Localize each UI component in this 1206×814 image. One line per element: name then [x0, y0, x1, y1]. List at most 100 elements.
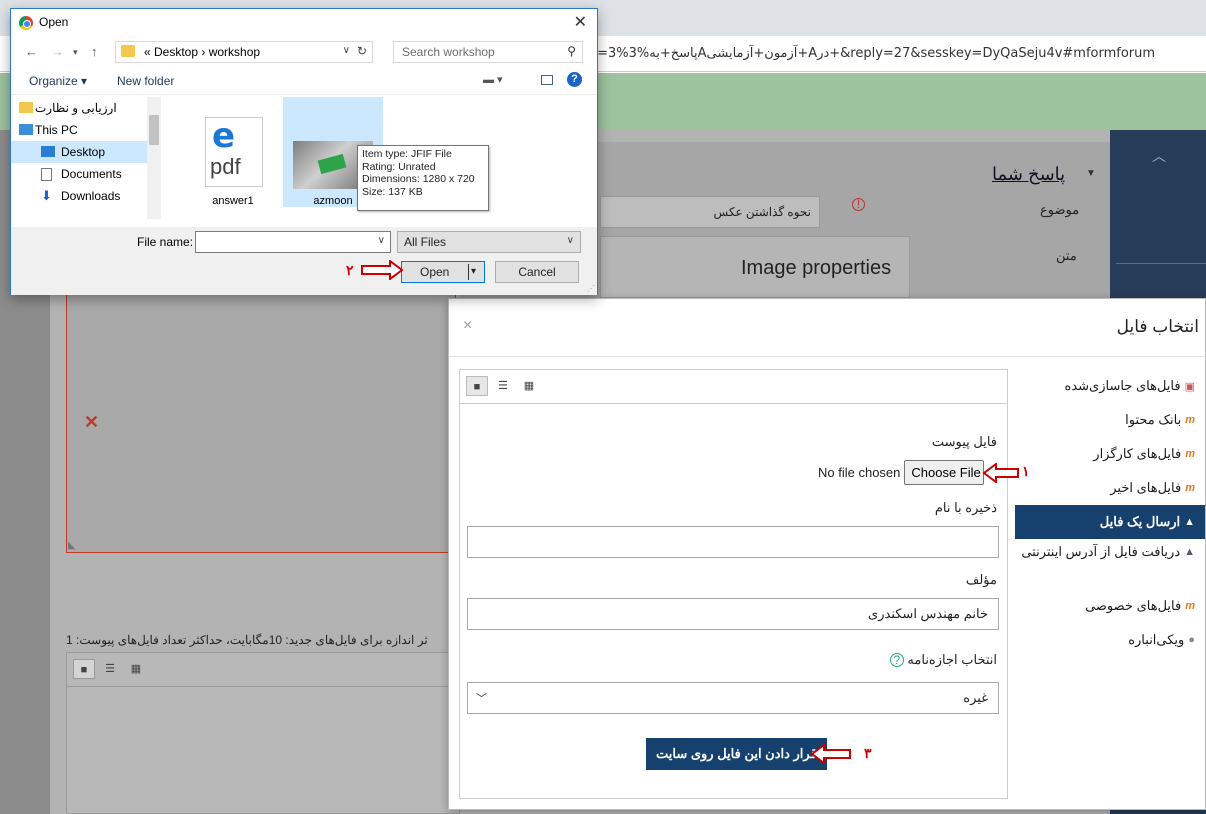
preview-pane-icon[interactable]	[541, 75, 553, 85]
close-icon[interactable]: ×	[463, 317, 472, 335]
repo-embedded-files[interactable]: ▣ فایل‌های جاسازی‌شده	[1015, 369, 1205, 403]
embedded-files-icon: ▣	[1184, 380, 1195, 393]
subject-label: موضوع	[1040, 202, 1080, 217]
chevron-down-icon[interactable]: ∨	[343, 45, 350, 56]
repo-url-download[interactable]: ▲ دریافت فایل از آدرس اینترنتی	[1015, 539, 1205, 589]
image-properties-title: Image properties	[741, 257, 892, 279]
editor-area[interactable]	[66, 295, 456, 553]
reply-heading[interactable]: پاسخ شما	[992, 164, 1065, 185]
image-properties-dialog: Image properties	[600, 236, 910, 298]
broken-image-icon: ✕	[84, 412, 100, 432]
repository-list: ▣ فایل‌های جاسازی‌شده m بانک محتوا m فای…	[1015, 369, 1205, 657]
dialog-titlebar: Open ✕	[11, 9, 597, 37]
save-as-input[interactable]	[467, 526, 999, 558]
annotation-arrow-2	[361, 260, 404, 280]
command-bar: Organize ▾ New folder ▬ ▾ ?	[11, 67, 597, 95]
folder-view-icon[interactable]: ■	[466, 376, 488, 396]
repo-content-bank[interactable]: m بانک محتوا	[1015, 403, 1205, 437]
search-input[interactable]: Search workshop ⚲	[393, 41, 583, 63]
upload-file-button[interactable]: قرار دادن این فایل روی سایت	[646, 738, 827, 770]
file-picker-header: انتخاب فایل ×	[449, 299, 1205, 357]
navigation-tree: ارزیابی و نظارت This PC Desktop Document…	[11, 97, 161, 219]
url-text: t=3%پاسخ+به%3Aآزمون+آزمایشی+Aدر+&reply=2…	[592, 46, 1156, 61]
text-label: متن	[1056, 248, 1077, 263]
moodle-icon: m	[1185, 414, 1195, 426]
list-view-icon[interactable]: ☰	[492, 376, 514, 396]
folder-icon	[121, 45, 135, 57]
download-arrow-icon: ⬇	[41, 188, 52, 203]
change-view-icon[interactable]: ▬ ▾	[483, 73, 503, 86]
refresh-icon[interactable]: ↻	[357, 44, 367, 58]
repo-private-files[interactable]: m فایل‌های خصوصی	[1015, 589, 1205, 623]
annotation-number-2: ۲	[346, 262, 354, 278]
file-input[interactable]: No file chosen Choose File	[818, 460, 985, 485]
computer-icon	[19, 124, 33, 135]
open-file-dialog: Open ✕ ← → ▾ ↑ « Desktop › workshop ∨ ↻ …	[10, 8, 598, 295]
file-picker-title: انتخاب فایل	[1116, 317, 1199, 336]
license-label: انتخاب اجازه‌نامه ?	[889, 652, 997, 668]
tree-item-documents[interactable]: Documents	[11, 163, 160, 185]
dialog-navbar: ← → ▾ ↑ « Desktop › workshop ∨ ↻ Search …	[11, 37, 597, 67]
back-arrow-icon[interactable]: ←	[25, 44, 38, 59]
url-download-icon: ▲	[1184, 546, 1195, 558]
tree-scrollbar[interactable]	[147, 97, 161, 219]
documents-icon	[41, 168, 52, 181]
resize-grip-icon[interactable]: ⋰	[587, 284, 595, 293]
file-item[interactable]: e pdf answer1	[183, 107, 283, 217]
dialog-title: Open	[39, 15, 69, 29]
forward-arrow-icon[interactable]: →	[51, 44, 64, 59]
cancel-button[interactable]: Cancel	[495, 261, 579, 283]
help-icon[interactable]: ?	[889, 653, 904, 667]
attachments-filemanager: ■ ☰ ▦	[66, 652, 460, 814]
open-button[interactable]: Open ▾	[401, 261, 485, 283]
open-dropdown-icon[interactable]: ▾	[468, 264, 482, 280]
chevron-down-icon[interactable]: ∨	[378, 235, 385, 246]
drawer-divider	[1116, 263, 1206, 264]
file-tooltip: Item type: JFIF File Rating: Unrated Dim…	[357, 145, 489, 211]
file-name-input[interactable]: ∨	[195, 231, 391, 253]
wikimedia-icon: ●	[1188, 634, 1195, 646]
list-view-icon[interactable]: ☰	[99, 659, 121, 679]
resize-handle-icon[interactable]: ◣	[68, 540, 76, 551]
scrollbar-thumb[interactable]	[149, 115, 159, 145]
folder-icon	[19, 102, 33, 113]
drawer-collapse-icon[interactable]: ︿	[1152, 146, 1166, 166]
repo-recent-files[interactable]: m فایل‌های اخیر	[1015, 471, 1205, 505]
recent-dropdown-icon[interactable]: ▾	[73, 47, 78, 58]
repo-server-files[interactable]: m فایل‌های کارگزار	[1015, 437, 1205, 471]
tree-item-this-pc[interactable]: This PC	[11, 119, 160, 141]
annotation-number-1: ۱	[1022, 463, 1030, 479]
tree-item-desktop[interactable]: Desktop	[11, 141, 160, 163]
caret-down-icon: ▼	[1086, 168, 1096, 179]
tree-item-downloads[interactable]: ⬇ Downloads	[11, 185, 160, 207]
author-label: مؤلف	[965, 572, 997, 587]
close-icon[interactable]: ✕	[574, 12, 587, 32]
grid-view-icon[interactable]: ▦	[518, 376, 540, 396]
organize-menu[interactable]: Organize ▾	[29, 74, 87, 88]
required-icon: !	[852, 198, 865, 211]
moodle-icon: m	[1185, 600, 1195, 612]
up-arrow-icon[interactable]: ↑	[91, 44, 98, 59]
no-file-chosen-text: No file chosen	[818, 465, 901, 480]
view-toolbar: ■ ☰ ▦	[460, 370, 1007, 404]
tree-item-folder[interactable]: ارزیابی و نظارت	[11, 97, 160, 119]
chevron-down-icon: ∨	[566, 235, 574, 246]
upload-icon: ▲	[1184, 516, 1195, 528]
pdf-file-icon: e pdf	[205, 116, 263, 187]
breadcrumb[interactable]: « Desktop › workshop ∨ ↻	[115, 41, 373, 63]
subject-input[interactable]: نحوه گذاشتن عکس	[600, 196, 820, 228]
grid-view-icon[interactable]: ▦	[125, 659, 147, 679]
folder-view-icon[interactable]: ■	[73, 659, 95, 679]
new-folder-button[interactable]: New folder	[117, 74, 174, 88]
repo-wikimedia[interactable]: ● ویکی‌انباره	[1015, 623, 1205, 657]
file-type-select[interactable]: All Files ∨	[397, 231, 581, 253]
annotation-arrow-3	[810, 744, 851, 764]
choose-file-button[interactable]: Choose File	[904, 460, 985, 485]
attachment-label: فایل پیوست	[931, 434, 997, 449]
upload-form: ■ ☰ ▦ فایل پیوست No file chosen Choose F…	[459, 369, 1008, 799]
chrome-icon	[19, 16, 33, 30]
license-select[interactable]: غیره ﹀	[467, 682, 999, 714]
repo-upload-file[interactable]: ▲ ارسال یک فایل	[1015, 505, 1205, 539]
author-input[interactable]: خانم مهندس اسکندری	[467, 598, 999, 630]
help-icon[interactable]: ?	[567, 72, 582, 87]
